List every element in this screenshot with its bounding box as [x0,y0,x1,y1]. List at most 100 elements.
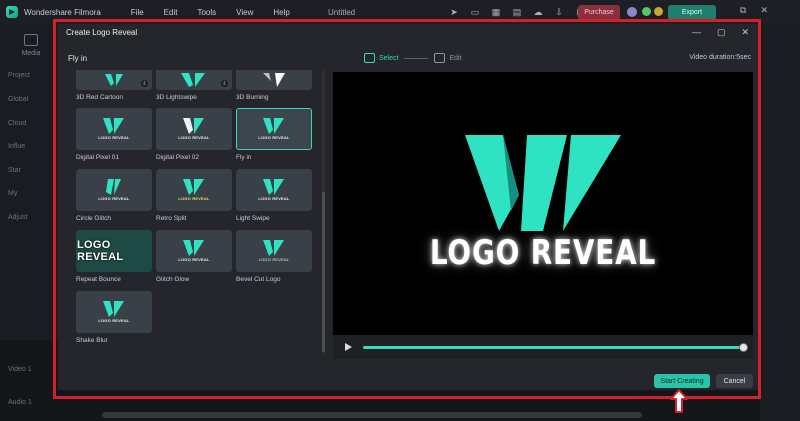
template-thumbnail: ⇩ [156,70,232,90]
send-icon[interactable]: ➤ [448,6,460,18]
step-select[interactable]: Select [364,53,398,63]
template-label: Retro Split [156,215,187,222]
template-tile[interactable]: LOGO REVEAL Retro Split [156,169,232,222]
maximize-icon[interactable]: ▢ [717,27,726,38]
side-item-my[interactable]: My [8,190,17,197]
play-icon[interactable] [345,343,352,351]
logo-mark-icon [106,179,121,195]
template-tile[interactable]: ⇩ 3D Lightswipe [156,70,232,101]
step-select-label: Select [379,54,399,62]
dialog-close-icon[interactable]: ✕ [741,27,749,38]
start-creating-button[interactable]: Start Creating [654,374,710,388]
template-thumbnail: LOGO REVEAL [236,230,312,272]
template-tile[interactable]: ⇩ 3D Red Cartoon [76,70,152,101]
cancel-button[interactable]: Cancel [716,374,753,388]
restore-icon[interactable]: ⧉ [740,5,746,16]
step-edit[interactable]: Edit [434,53,462,63]
side-item-adjust[interactable]: Adjust [8,214,27,221]
template-thumbnail: ⇩ [76,70,152,90]
template-label: Fly in [236,154,252,161]
purchase-button[interactable]: Purchase [578,5,620,20]
logo-mark-icon [263,73,285,87]
progress-fill [363,346,743,349]
template-tile[interactable]: LOGO REVEAL Bevel Cut Logo [236,230,312,283]
logo-mark-icon [103,118,124,134]
template-tile[interactable]: LOGO REVEAL Shake Blur [76,291,152,344]
logo-mark-icon [263,179,284,195]
preview-canvas: LOGO REVEAL [333,72,753,335]
side-item-cloud[interactable]: Cloud [8,120,26,127]
template-scrollbar-thumb[interactable] [322,192,325,352]
credits-icon[interactable] [642,7,651,16]
template-tile[interactable]: LOGO REVEAL Glitch Glow [156,230,232,283]
thumb-caption: LOGO REVEAL [178,135,210,140]
app-title-bar: Wondershare Filmora File Edit Tools View… [0,0,800,24]
template-label: Circle Glitch [76,215,112,222]
media-tab[interactable]: Media [18,34,44,57]
menu-file[interactable]: File [131,8,144,17]
timeline-scrollbar[interactable] [102,412,642,418]
side-item-global[interactable]: Global [8,96,28,103]
export-button[interactable]: Export [668,5,716,20]
thumb-caption: LOGO REVEAL [77,239,124,263]
folder-icon[interactable]: ▤ [511,6,523,18]
menu-help[interactable]: Help [273,8,289,17]
template-thumbnail: LOGO REVEAL [76,169,152,211]
template-label: Light Swipe [236,215,270,222]
track-label-audio: Audio 1 [8,399,32,406]
thumb-caption: LOGO REVEAL [258,257,290,262]
menu-edit[interactable]: Edit [164,8,178,17]
menu-tools[interactable]: Tools [197,8,216,17]
logo-mark-icon [183,118,204,134]
close-icon[interactable]: ✕ [760,5,768,16]
layout-icon[interactable]: ▦ [490,6,502,18]
progress-handle[interactable] [739,343,748,352]
logo-mark-icon [105,74,123,86]
logo-mark-icon [263,240,284,256]
template-tile[interactable]: LOGO REVEAL Circle Glitch [76,169,152,222]
template-tile-selected[interactable]: LOGO REVEAL Fly in [236,108,312,161]
logo-mark-icon [181,73,205,87]
template-label: 3D Lightswipe [156,94,197,101]
side-item-project[interactable]: Project [8,72,30,79]
download-badge-icon[interactable]: ⇩ [221,80,228,87]
minimize-icon[interactable]: — [692,27,701,38]
template-thumbnail: LOGO REVEAL [76,291,152,333]
coin-icon[interactable] [654,7,663,16]
side-item-star[interactable]: Star [8,167,21,174]
menu-view[interactable]: View [236,8,253,17]
create-logo-reveal-dialog: Create Logo Reveal — ▢ ✕ Fly in Select E… [58,24,761,390]
toolbar-icons: ➤ ▭ ▦ ▤ ☁ ⇩ ⊞ [448,6,586,18]
download-badge-icon[interactable]: ⇩ [141,80,148,87]
template-tile[interactable]: LOGO REVEAL Repeat Bounce [76,230,152,283]
template-thumbnail [236,70,312,90]
progress-track[interactable] [363,343,748,352]
thumb-caption: LOGO REVEAL [98,196,130,201]
section-label: Fly in [68,54,88,63]
template-tile[interactable]: LOGO REVEAL Digital Pixel 02 [156,108,232,161]
edit-step-icon [434,53,446,63]
template-tile[interactable]: 3D Burning [236,70,312,101]
monitor-icon[interactable]: ▭ [469,6,481,18]
download-icon[interactable]: ⇩ [553,6,565,18]
thumb-caption: LOGO REVEAL [258,196,290,201]
logo-mark-icon [103,301,124,317]
template-label: Digital Pixel 01 [76,154,119,161]
template-thumbnail: LOGO REVEAL [76,230,152,272]
preview-title-text: LOGO REVEAL [429,232,657,273]
dialog-header: Create Logo Reveal — ▢ ✕ [58,24,761,41]
avatar[interactable] [627,7,637,17]
logo-mark-icon [183,240,204,256]
template-tile[interactable]: LOGO REVEAL Light Swipe [236,169,312,222]
menu-bar: File Edit Tools View Help [131,8,290,17]
side-item-influe[interactable]: Influe [8,143,25,150]
template-label: Glitch Glow [156,276,190,283]
template-thumbnail: LOGO REVEAL [236,108,312,150]
track-label-video: Video 1 [8,366,32,373]
cloud-icon[interactable]: ☁ [532,6,544,18]
template-label: Bevel Cut Logo [236,276,281,283]
template-thumbnail: LOGO REVEAL [156,230,232,272]
preview-player-bar [333,335,753,359]
media-icon [24,34,38,46]
template-tile[interactable]: LOGO REVEAL Digital Pixel 01 [76,108,152,161]
